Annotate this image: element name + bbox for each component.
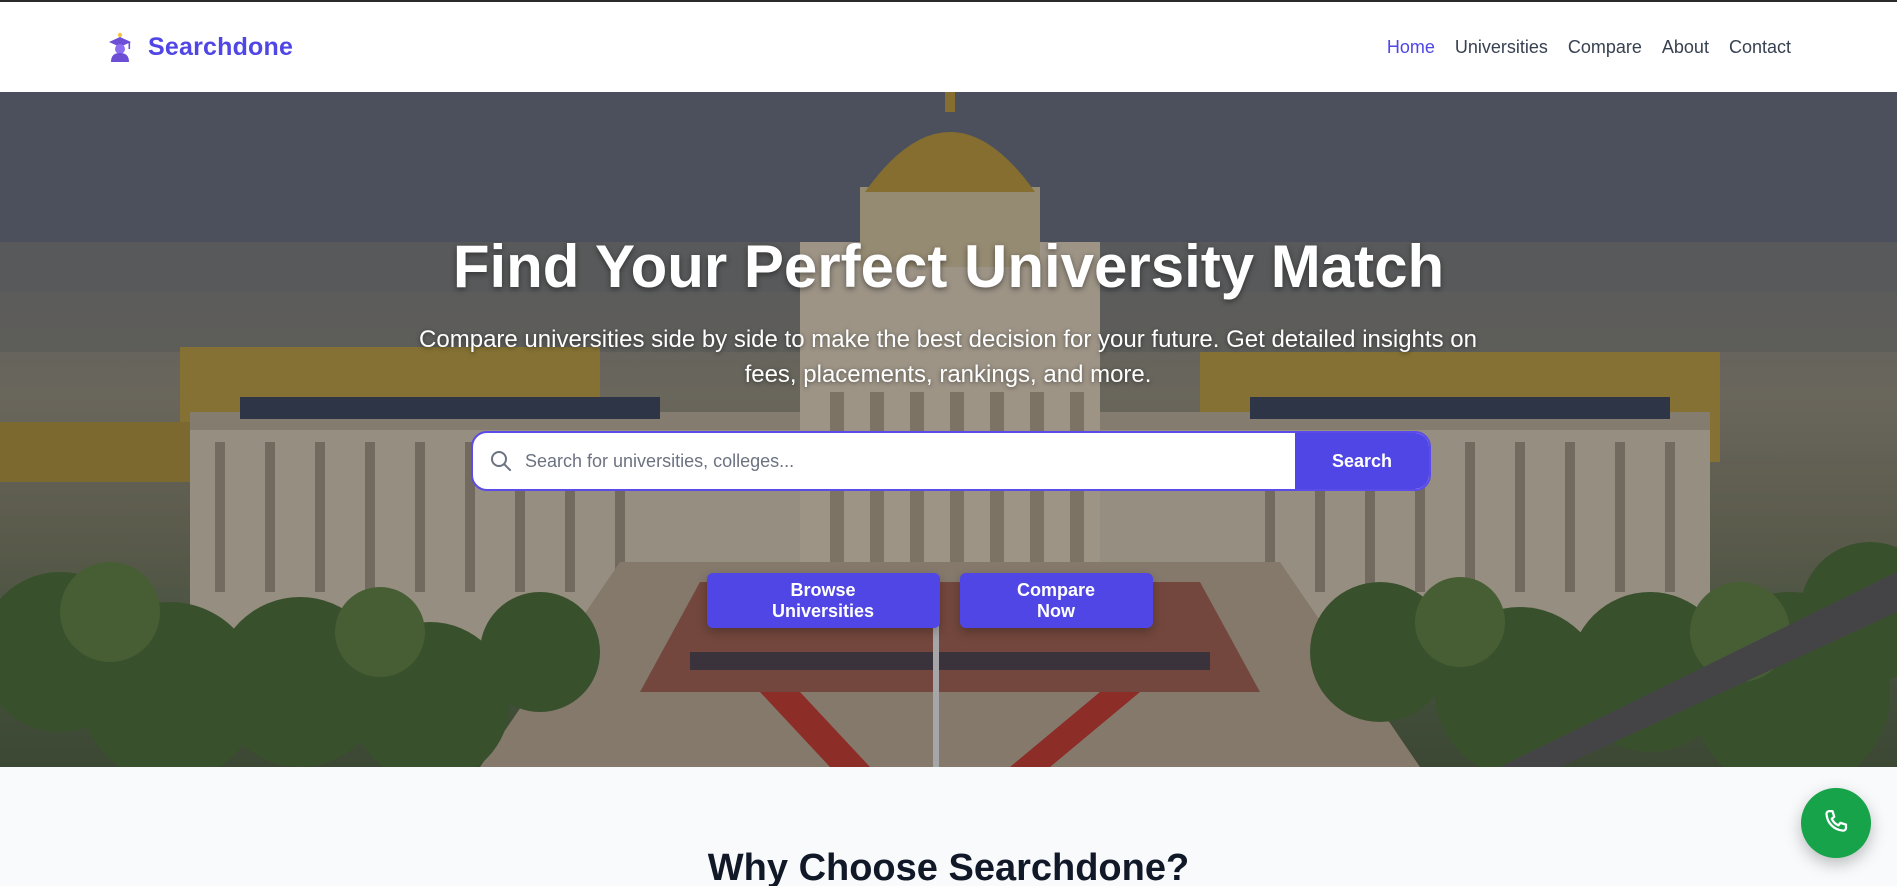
nav-contact[interactable]: Contact bbox=[1729, 37, 1791, 58]
search-icon bbox=[491, 451, 511, 471]
cta-row: Browse Universities Compare Now bbox=[0, 573, 1897, 628]
nav-universities[interactable]: Universities bbox=[1455, 37, 1548, 58]
graduate-icon bbox=[109, 32, 131, 62]
brand[interactable]: Searchdone bbox=[106, 31, 293, 63]
nav-menu: Home Universities Compare About Contact bbox=[1387, 37, 1791, 58]
search-bar: Search bbox=[471, 431, 1431, 491]
brand-name: Searchdone bbox=[148, 32, 294, 61]
browse-universities-button[interactable]: Browse Universities bbox=[706, 573, 940, 628]
why-section: Why Choose Searchdone? bbox=[0, 767, 1897, 886]
hero-title: Find Your Perfect University Match bbox=[452, 233, 1445, 300]
search-button[interactable]: Search bbox=[1295, 433, 1429, 489]
why-title: Why Choose Searchdone? bbox=[707, 847, 1190, 886]
compare-now-button[interactable]: Compare Now bbox=[959, 573, 1153, 628]
navbar: Searchdone Home Universities Compare Abo… bbox=[0, 2, 1897, 92]
hero-section: Find Your Perfect University Match Compa… bbox=[0, 92, 1897, 767]
phone-icon bbox=[1825, 810, 1848, 832]
phone-call-button[interactable] bbox=[1801, 788, 1871, 858]
nav-home[interactable]: Home bbox=[1387, 37, 1435, 58]
hero-subtitle: Compare universities side by side to mak… bbox=[419, 326, 1477, 388]
hero-overlay bbox=[0, 92, 1897, 767]
search-input[interactable] bbox=[513, 433, 1295, 489]
nav-about[interactable]: About bbox=[1662, 37, 1709, 58]
nav-compare[interactable]: Compare bbox=[1568, 37, 1642, 58]
